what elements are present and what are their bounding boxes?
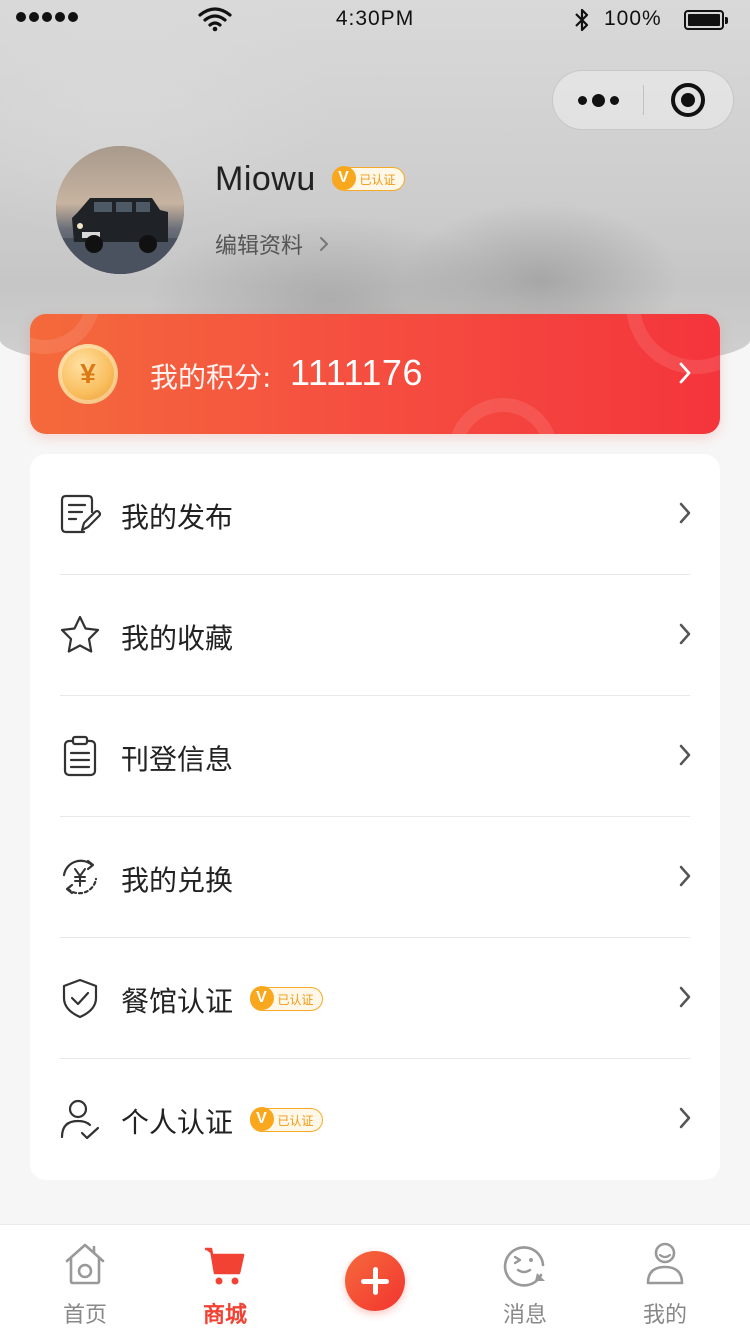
shield-check-icon <box>62 978 98 1019</box>
menu-item-label: 餐馆认证 <box>121 985 234 1018</box>
user-check-icon <box>60 1099 100 1140</box>
tab-label: 商城 <box>202 1303 247 1328</box>
chevron-right-icon <box>679 744 691 766</box>
verified-v-icon: V <box>249 986 274 1011</box>
edit-profile-link[interactable]: 编辑资料 <box>215 228 329 260</box>
verified-badge-text: 已认证 <box>277 1113 314 1128</box>
points-label: 我的积分: <box>150 361 272 394</box>
decor-ring <box>448 398 558 434</box>
avatar-car-image <box>56 146 184 274</box>
menu-item-favorites[interactable]: 我的收藏 <box>30 575 720 696</box>
tab-label: 首页 <box>62 1303 107 1328</box>
star-icon <box>60 615 100 653</box>
decor-ring <box>626 314 720 374</box>
points-value: 1111176 <box>290 352 423 393</box>
menu-item-publish-info[interactable]: 刊登信息 <box>30 696 720 817</box>
menu-item-restaurant-verification[interactable]: 餐馆认证 V 已认证 <box>30 938 720 1059</box>
verified-v-icon: V <box>249 1107 274 1132</box>
home-icon <box>65 1243 105 1285</box>
more-dots-icon[interactable] <box>553 71 643 129</box>
menu-card: 我的发布 我的收藏 刊登信息 我的兑换 餐馆认证 V 已认证 个人认证 V 已认… <box>30 454 720 1180</box>
menu-item-label: 刊登信息 <box>121 743 234 776</box>
edit-profile-label: 编辑资料 <box>215 234 304 259</box>
coin-symbol: ¥ <box>80 358 96 389</box>
points-card[interactable]: ¥ 我的积分: 1111176 <box>30 314 720 434</box>
coin-icon: ¥ <box>58 344 118 404</box>
verified-badge-text: 已认证 <box>277 992 314 1007</box>
cart-icon <box>205 1247 245 1285</box>
battery-icon <box>684 10 728 30</box>
menu-item-label: 我的收藏 <box>121 622 234 655</box>
bluetooth-icon <box>575 8 589 32</box>
edit-document-icon <box>60 494 102 534</box>
tab-home[interactable]: 首页 <box>15 1225 155 1334</box>
target-close-icon[interactable] <box>671 83 705 117</box>
clipboard-icon <box>63 735 97 777</box>
tab-label: 我的 <box>642 1303 687 1328</box>
miniprogram-capsule <box>552 70 734 130</box>
tab-mall[interactable]: 商城 <box>155 1225 295 1334</box>
verified-badge-text: 已认证 <box>359 172 396 187</box>
capsule-divider <box>643 85 644 115</box>
tab-mine[interactable]: 我的 <box>595 1225 735 1334</box>
verified-badge: V 已认证 <box>249 1107 323 1132</box>
menu-item-my-exchange[interactable]: 我的兑换 <box>30 817 720 938</box>
menu-item-my-posts[interactable]: 我的发布 <box>30 454 720 575</box>
chevron-right-icon <box>679 362 691 384</box>
status-bar: 4:30PM 100% <box>0 0 750 40</box>
chevron-right-icon <box>320 237 329 251</box>
chevron-right-icon <box>679 1107 691 1129</box>
chevron-right-icon <box>679 986 691 1008</box>
tab-messages[interactable]: 消息 <box>455 1225 595 1334</box>
user-icon <box>646 1242 684 1285</box>
menu-item-personal-verification[interactable]: 个人认证 V 已认证 <box>30 1059 720 1180</box>
message-face-icon <box>503 1246 545 1287</box>
plus-icon[interactable] <box>345 1251 405 1311</box>
battery-percentage: 100% <box>604 7 662 30</box>
menu-item-label: 个人认证 <box>121 1106 234 1139</box>
chevron-right-icon <box>679 502 691 524</box>
verified-badge: V 已认证 <box>249 986 323 1011</box>
tab-label: 消息 <box>502 1303 547 1328</box>
menu-item-label: 我的发布 <box>121 501 234 534</box>
menu-item-label: 我的兑换 <box>121 864 234 897</box>
verified-v-icon: V <box>331 166 356 191</box>
chevron-right-icon <box>679 865 691 887</box>
username: Miowu <box>215 160 316 198</box>
chevron-right-icon <box>679 623 691 645</box>
verified-badge: V 已认证 <box>331 166 405 191</box>
avatar[interactable] <box>56 146 184 274</box>
tab-bar: 首页 商城 消息 我的 <box>0 1224 750 1334</box>
exchange-yuan-icon <box>62 859 98 895</box>
